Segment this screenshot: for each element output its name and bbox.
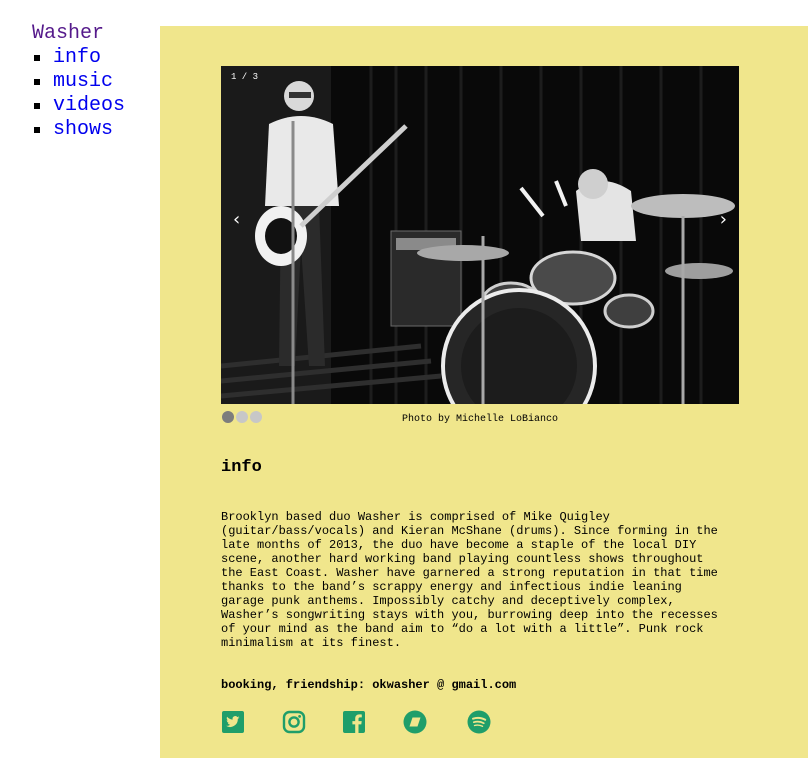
- nav-link-shows[interactable]: shows: [53, 118, 113, 141]
- twitter-icon: [222, 711, 244, 733]
- nav-list: info music videos shows: [32, 46, 125, 142]
- bandcamp-icon: [403, 710, 427, 734]
- nav-item-info: info: [32, 46, 125, 70]
- band-bio: Brooklyn based duo Washer is comprised o…: [221, 510, 718, 650]
- nav-item-shows: shows: [32, 118, 125, 142]
- twitter-link[interactable]: [221, 710, 245, 734]
- nav-link-music[interactable]: music: [53, 70, 113, 93]
- main-content: 1 / 3 ‹ › Photo by Michelle LoBianco inf…: [160, 26, 808, 758]
- photo-caption: Photo by Michelle LoBianco: [401, 414, 559, 425]
- next-slide-icon[interactable]: ›: [720, 210, 727, 230]
- contact-line: booking, friendship: okwasher @ gmail.co…: [221, 678, 517, 692]
- info-heading: info: [221, 458, 262, 477]
- site-title-link[interactable]: Washer: [32, 22, 125, 46]
- spotify-icon: [467, 710, 491, 734]
- facebook-icon: [343, 711, 365, 733]
- nav-link-videos[interactable]: videos: [53, 94, 125, 117]
- spotify-link[interactable]: [467, 710, 491, 734]
- nav-item-music: music: [32, 70, 125, 94]
- band-photo: [221, 66, 739, 404]
- photo-slideshow[interactable]: 1 / 3 ‹ ›: [221, 66, 739, 404]
- instagram-link[interactable]: [282, 710, 306, 734]
- site-nav: Washer info music videos shows: [32, 22, 125, 142]
- bandcamp-link[interactable]: [403, 710, 427, 734]
- previous-slide-icon[interactable]: ‹: [233, 210, 240, 230]
- slide-counter: 1 / 3: [231, 72, 259, 82]
- facebook-link[interactable]: [342, 710, 366, 734]
- nav-item-videos: videos: [32, 94, 125, 118]
- nav-link-info[interactable]: info: [53, 46, 101, 69]
- instagram-icon: [282, 710, 306, 734]
